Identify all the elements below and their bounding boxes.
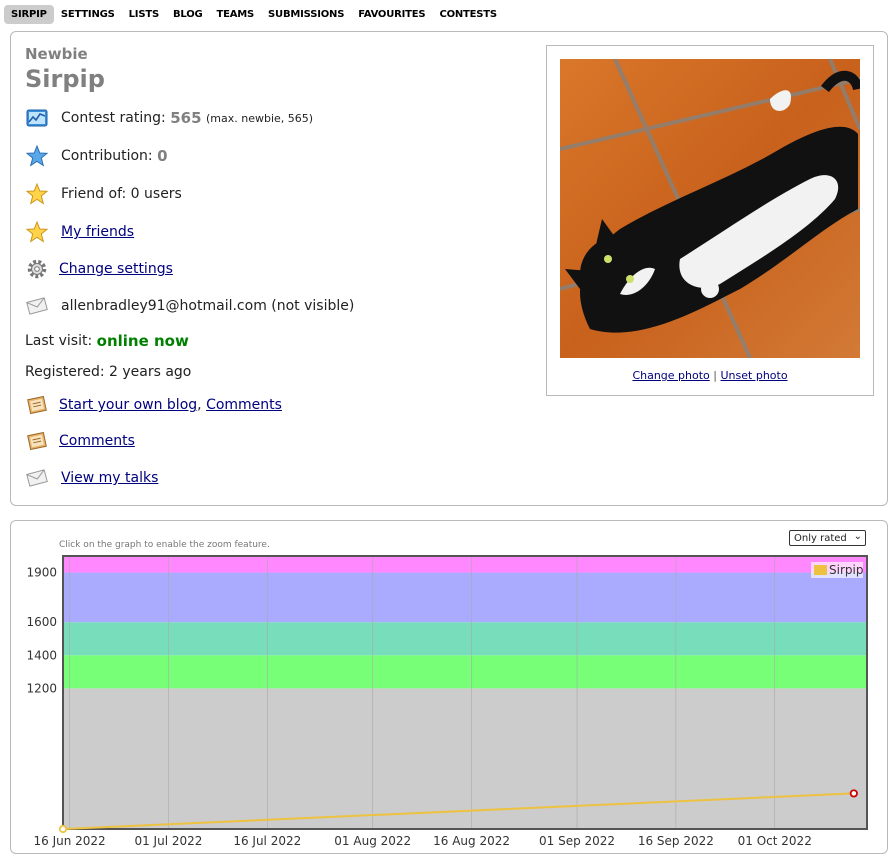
x-tick-label-1: 01 Jul 2022 xyxy=(134,834,202,848)
rating-graph-icon xyxy=(25,106,49,130)
blog-row: Start your own blog, Comments xyxy=(25,393,282,417)
profile-nav: SIRPIP SETTINGS LISTS BLOG TEAMS SUBMISS… xyxy=(4,5,504,24)
contest-rating-value: 565 xyxy=(170,109,202,127)
profile-panel: Newbie Sirpip Contest rating: 565 (max. … xyxy=(10,31,888,506)
y-tick-label-0: 1200 xyxy=(26,681,57,695)
blue-star-icon xyxy=(25,144,49,168)
contest-rating-row: Contest rating: 565 (max. newbie, 565) xyxy=(25,106,313,130)
tab-teams[interactable]: TEAMS xyxy=(210,5,262,24)
data-point-0 xyxy=(58,824,68,834)
contribution-label: Contribution: xyxy=(61,148,153,164)
last-visit-label: Last visit: xyxy=(25,333,93,349)
avatar-box: Change photo | Unset photo xyxy=(546,45,874,396)
change-settings-row: Change settings xyxy=(25,257,173,281)
contribution-value: 0 xyxy=(157,147,168,165)
comments-row: Comments xyxy=(25,429,135,453)
x-tick-label-2: 16 Jul 2022 xyxy=(233,834,301,848)
rating-graph-panel: Click on the graph to enable the zoom fe… xyxy=(10,520,888,854)
registered-text: Registered: 2 years ago xyxy=(25,364,192,380)
friend-of-row: Friend of: 0 users xyxy=(25,182,182,206)
rating-band-1 xyxy=(63,655,867,689)
unset-photo-link[interactable]: Unset photo xyxy=(721,369,788,382)
x-tick-label-6: 16 Sep 2022 xyxy=(638,834,714,848)
data-point-1 xyxy=(849,789,858,798)
x-tick-label-3: 01 Aug 2022 xyxy=(334,834,411,848)
user-rank: Newbie xyxy=(25,45,88,63)
rating-band-2 xyxy=(63,622,867,656)
x-tick-label-4: 16 Aug 2022 xyxy=(433,834,510,848)
avatar xyxy=(560,59,860,358)
gold-star-icon xyxy=(25,220,49,244)
my-friends-row: My friends xyxy=(25,220,134,244)
rating-chart[interactable]: 16 Jun 2022 01 Jul 2022 16 Jul 2022 01 Aug … xyxy=(11,521,887,853)
x-tick-label-7: 01 Oct 2022 xyxy=(738,834,812,848)
comments-link[interactable]: Comments xyxy=(59,433,135,449)
y-tick-label-3: 1900 xyxy=(26,566,57,580)
blog-comments-link[interactable]: Comments xyxy=(206,397,282,413)
max-rating: (max. newbie, 565) xyxy=(205,111,314,125)
email-text: allenbradley91@hotmail.com (not visible) xyxy=(61,298,355,314)
my-friends-link[interactable]: My friends xyxy=(61,224,134,240)
change-photo-link[interactable]: Change photo xyxy=(632,369,709,382)
tab-lists[interactable]: LISTS xyxy=(122,5,166,24)
start-blog-link[interactable]: Start your own blog xyxy=(59,397,197,413)
notebook-icon xyxy=(25,393,49,417)
comma-separator: , xyxy=(197,397,202,413)
email-row: allenbradley91@hotmail.com (not visible) xyxy=(25,294,354,318)
legend-label-sirpip: Sirpip xyxy=(829,563,863,577)
rating-band-3 xyxy=(63,572,867,623)
envelope-icon xyxy=(25,294,49,318)
gold-star-icon xyxy=(25,182,49,206)
envelope-icon xyxy=(25,466,49,490)
x-tick-label-5: 01 Sep 2022 xyxy=(539,834,615,848)
view-talks-link[interactable]: View my talks xyxy=(61,470,158,486)
gear-icon xyxy=(25,257,49,281)
photo-link-separator: | xyxy=(713,369,717,382)
tab-favourites[interactable]: FAVOURITES xyxy=(351,5,432,24)
rating-band-0 xyxy=(63,688,867,829)
tab-contests[interactable]: CONTESTS xyxy=(432,5,504,24)
last-visit-row: Last visit: online now xyxy=(25,332,189,350)
talks-row: View my talks xyxy=(25,466,158,490)
tab-settings[interactable]: SETTINGS xyxy=(54,5,122,24)
contribution-row: Contribution: 0 xyxy=(25,144,168,168)
rating-band-4 xyxy=(63,556,867,573)
x-tick-label-0: 16 Jun 2022 xyxy=(33,834,105,848)
tab-blog[interactable]: BLOG xyxy=(166,5,210,24)
y-tick-label-2: 1600 xyxy=(26,615,57,629)
registered-row: Registered: 2 years ago xyxy=(25,364,191,380)
change-settings-link[interactable]: Change settings xyxy=(59,261,173,277)
notebook-icon xyxy=(25,429,49,453)
y-tick-label-1: 1400 xyxy=(26,648,57,662)
tab-sirpip[interactable]: SIRPIP xyxy=(4,5,54,24)
friend-of-text: Friend of: 0 users xyxy=(61,186,182,202)
contest-rating-label: Contest rating: xyxy=(61,110,166,126)
legend-swatch-sirpip xyxy=(814,565,827,575)
user-handle: Sirpip xyxy=(25,65,105,93)
tab-submissions[interactable]: SUBMISSIONS xyxy=(261,5,351,24)
last-visit-value: online now xyxy=(96,332,189,350)
photo-links: Change photo | Unset photo xyxy=(547,369,873,382)
